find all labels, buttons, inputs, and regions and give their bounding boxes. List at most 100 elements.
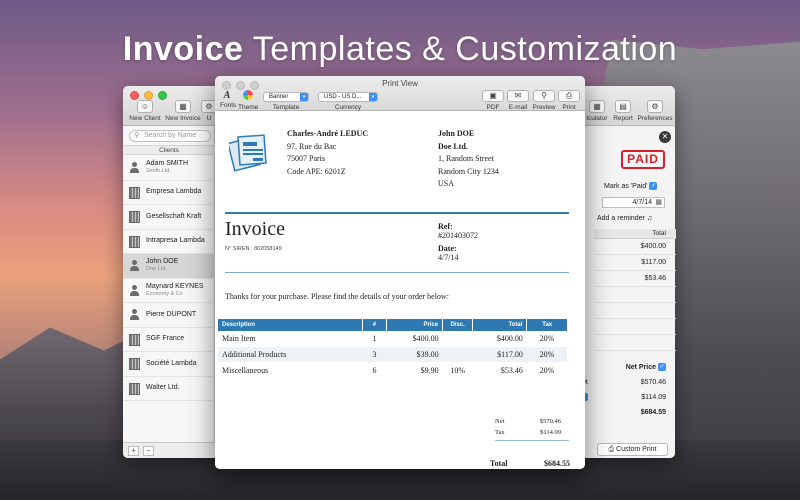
client-name: Gesellschaft Kraft <box>146 212 202 220</box>
client-item[interactable]: SGF France <box>123 328 215 352</box>
client-item[interactable]: Intrapresa Lambda <box>123 230 215 254</box>
client-item[interactable]: Gesellschaft Kraft <box>123 205 215 230</box>
cell-total: $400.00 <box>496 334 523 344</box>
client-company: Doe Ltd. <box>146 266 167 273</box>
grand-total-row: Total $684.55 <box>490 459 570 468</box>
report-label: Report <box>613 115 633 122</box>
building-icon <box>129 333 140 346</box>
building-icon <box>129 382 140 395</box>
paid-date-value: 4/7/14 <box>632 199 652 206</box>
report-icon: ▤ <box>615 100 631 113</box>
sidebar-footer: + − <box>123 442 215 458</box>
total-cell: $53.46 <box>594 271 676 287</box>
client-name: Intrapresa Lambda <box>146 237 205 245</box>
table-row: Miscellaneous 6 $9.90 10% $53.46 20% <box>218 362 567 378</box>
person-icon <box>129 162 140 174</box>
add-reminder-button[interactable]: Add a reminder ♫ <box>597 215 652 222</box>
client-item[interactable]: Empresa Lambda <box>123 181 215 205</box>
client-item[interactable]: Société Lambda <box>123 352 215 377</box>
cell-price: $400.00 <box>412 334 439 344</box>
search-input[interactable]: ⚲ Search by Name <box>129 130 211 142</box>
cell-disc <box>443 331 473 347</box>
template-caption: Template <box>272 104 300 111</box>
print-view-toolbar: Print View A Fonts Theme Banner ▾ Templa… <box>215 76 585 111</box>
column-header: Price <box>386 319 444 331</box>
mark-as-paid-label: Mark as 'Paid' <box>604 182 648 190</box>
theme-label: Theme <box>238 104 259 111</box>
building-icon <box>129 211 140 223</box>
theme-button[interactable]: Theme <box>238 90 258 111</box>
fonts-button[interactable]: A Fonts <box>220 90 236 109</box>
client-item[interactable]: John DOE Doe Ltd. <box>123 254 215 279</box>
minimize-window-button[interactable] <box>144 91 153 100</box>
close-icon[interactable]: ✕ <box>659 131 671 143</box>
preview-button[interactable]: ⚲ <box>533 90 555 102</box>
total-cell: $117.00 <box>594 255 676 271</box>
mark-as-paid-checkbox[interactable]: ✓ <box>649 182 658 190</box>
summary-total-value: $684.55 <box>640 409 666 416</box>
date-value: 4/7/14 <box>438 253 459 262</box>
close-window-button[interactable] <box>130 91 139 100</box>
table-row: Main Item 1 $400.00 $400.00 20% <box>218 331 567 347</box>
cell-tax: 20% <box>526 346 567 363</box>
client-name: Adam SMITH <box>146 160 189 168</box>
theme-icon <box>238 90 258 103</box>
pdf-button[interactable]: ▣ <box>482 90 504 102</box>
person-icon <box>129 284 140 297</box>
summary-net-row: et $570.46 <box>580 375 676 390</box>
client-item[interactable]: Walter Ltd. <box>123 377 215 401</box>
chevron-down-icon: ▾ <box>369 93 377 101</box>
new-client-button[interactable]: ☺ New Client <box>125 100 165 122</box>
recipient-line: USA <box>438 179 455 188</box>
fonts-icon: A <box>223 90 231 101</box>
remove-client-button[interactable]: − <box>143 446 154 456</box>
sender-line: Code APE: 6201Z <box>287 166 346 176</box>
currency-value: USD - US D... <box>324 94 362 100</box>
cell-price: $9.90 <box>420 365 439 375</box>
custom-print-button[interactable]: ⎙ Custom Print <box>597 443 668 456</box>
add-client-button[interactable]: + <box>128 446 139 456</box>
total-cell-empty <box>594 335 676 351</box>
cell-qty: 6 <box>372 365 377 375</box>
cell-disc: 10% <box>450 365 465 375</box>
bell-icon: ♫ <box>646 215 653 222</box>
recipient-company: Doe Ltd. <box>438 141 468 151</box>
template-select[interactable]: Banner ▾ <box>263 92 309 102</box>
mark-as-paid-toggle[interactable]: Mark as 'Paid' ✓ <box>604 182 658 190</box>
column-header: Disc. <box>442 319 474 331</box>
column-header: # <box>362 319 387 331</box>
zoom-window-button[interactable] <box>158 91 167 100</box>
client-item[interactable]: Pierre DUPONT <box>123 303 215 328</box>
client-item[interactable]: Maynard KEYNES Economy & Co <box>123 279 215 303</box>
chevron-down-icon: ▾ <box>300 93 308 101</box>
net-price-row[interactable]: Net Price ✓ <box>580 360 676 375</box>
building-icon <box>129 358 140 370</box>
email-button[interactable]: ✉ <box>507 90 529 102</box>
summary-tax-value: $114.09 <box>641 394 666 401</box>
net-value: $570.46 <box>539 418 561 425</box>
print-view-window: Print View A Fonts Theme Banner ▾ Templa… <box>215 76 585 469</box>
recipient-address: John DOE Doe Ltd. 1, Random Street Rando… <box>438 128 499 191</box>
company-logo <box>229 134 267 172</box>
total-column: Total $400.00 $117.00 $53.46 <box>594 229 676 351</box>
cell-desc: Main Item <box>222 334 256 344</box>
cell-qty: 1 <box>372 334 377 344</box>
cell-tax: 20% <box>539 365 555 375</box>
calendar-icon[interactable]: ▦ <box>655 198 662 207</box>
recipient-name: John DOE <box>438 129 475 138</box>
net-price-checkbox[interactable]: ✓ <box>658 363 666 372</box>
preferences-button[interactable]: ⚙ Preferences <box>635 100 675 122</box>
total-column-header: Total <box>594 229 676 239</box>
column-header: Total <box>472 319 528 331</box>
currency-select[interactable]: USD - US D... ▾ <box>318 92 378 102</box>
pdf-icon: ▣ <box>489 91 497 100</box>
client-item[interactable]: Adam SMITH Smith Ltd. <box>123 156 215 181</box>
headline: Invoice Templates & Customization <box>0 30 800 69</box>
client-name: Pierre DUPONT <box>146 310 197 318</box>
print-button[interactable]: ⎙ <box>558 90 580 102</box>
paid-date-field[interactable]: 4/7/14 ▦ <box>602 197 665 208</box>
sender-line: 75007 Paris <box>287 154 325 163</box>
summary-net-value: $570.46 <box>640 379 666 386</box>
print-view-title: Print View <box>382 79 418 88</box>
gear-icon: ⚙ <box>647 100 663 113</box>
